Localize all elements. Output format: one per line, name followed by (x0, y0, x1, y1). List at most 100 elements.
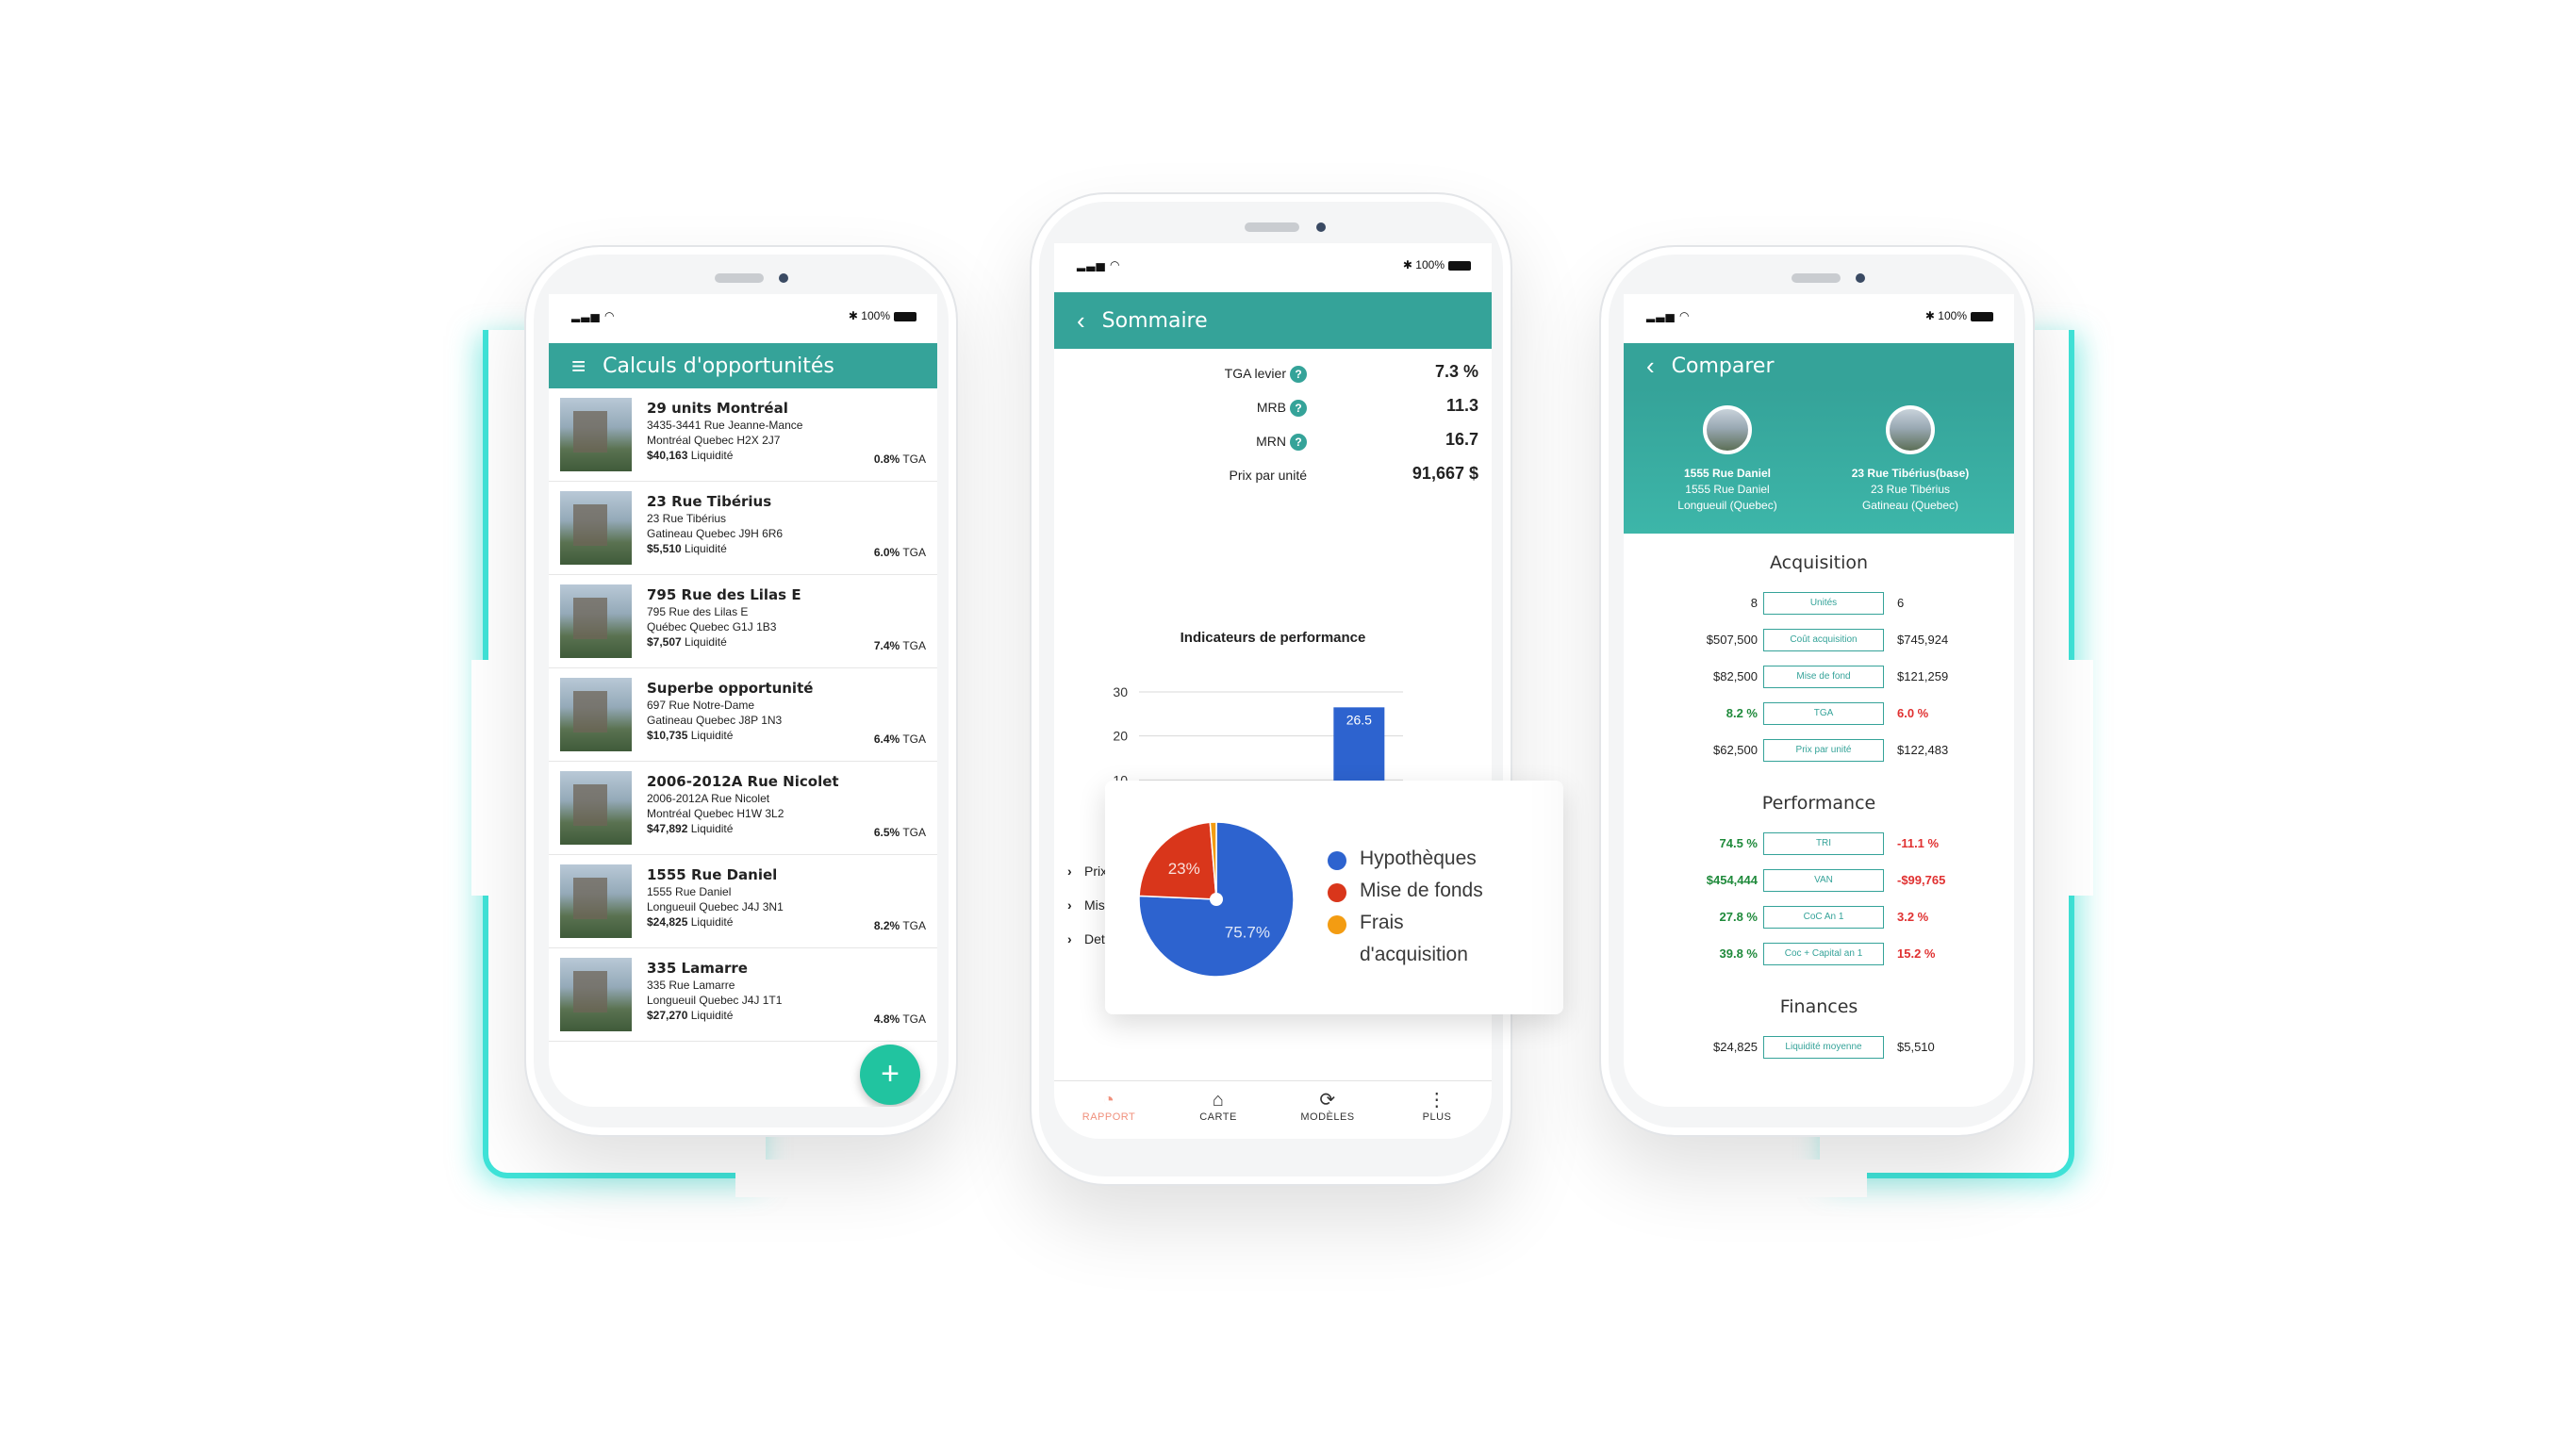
liquidity-line: $40,163 Liquidité (647, 448, 802, 463)
back-chevron-icon[interactable]: ‹ (1077, 308, 1085, 333)
metric-row: Prix par unité 91,667 $ (1054, 462, 1492, 490)
help-icon[interactable]: ? (1290, 434, 1307, 452)
compare-row: $507,500 Coût acquisition $745,924 (1624, 627, 2014, 653)
property-photo (560, 584, 632, 658)
tga-value: 6.0% TGA (874, 546, 926, 559)
page-title: Sommaire (1101, 308, 1208, 333)
glow-gap-left (471, 660, 509, 896)
phone-left: ▂▃▅ ◠ ✱ 100% ≡ Calculs d'opportunités 29… (524, 245, 958, 1137)
property-photo (560, 864, 632, 938)
add-opportunity-button[interactable]: + (860, 1045, 920, 1105)
app-bar: ≡ Calculs d'opportunités (549, 343, 937, 388)
help-icon[interactable]: ? (1290, 366, 1307, 384)
compare-left-value: $507,500 (1706, 633, 1758, 647)
glow-gap-bottom-left (735, 1160, 849, 1197)
list-item[interactable]: 795 Rue des Lilas E 795 Rue des Lilas E Qu… (549, 575, 937, 668)
battery-icon (1971, 311, 1993, 321)
chart-title: Indicateurs de performance (1180, 630, 1366, 646)
back-chevron-icon[interactable]: ‹ (1646, 354, 1655, 378)
compare-metric-label[interactable]: Unités (1763, 592, 1884, 615)
legend-swatch (1328, 851, 1346, 870)
opportunity-title: 29 units Montréal (647, 400, 788, 417)
pie-center-dot (1210, 893, 1223, 906)
pie-value-label: 75.7% (1225, 923, 1270, 941)
page-title: Comparer (1671, 354, 1775, 378)
pie-legend: Hypothèques Mise de fonds Frais d'acquisiti… (1328, 843, 1483, 971)
compare-metric-label[interactable]: Prix par unité (1763, 739, 1884, 762)
compare-right-value: 3.2 % (1897, 910, 1929, 924)
status-bar: ▂▃▅ ◠ ✱ 100% (1624, 294, 2014, 332)
compare-left-value: 8 (1750, 596, 1758, 610)
compare-left-value: 39.8 % (1719, 946, 1758, 961)
battery-indicator: ✱ 100% (1925, 309, 1993, 322)
tab-carte[interactable]: ⌂ CARTE (1164, 1081, 1273, 1139)
opportunity-address: 23 Rue Tibérius (647, 512, 727, 525)
property-photo (560, 771, 632, 845)
legend-swatch (1328, 915, 1346, 934)
list-item[interactable]: Superbe opportunité 697 Rue Notre-Dame Gat… (549, 668, 937, 762)
legend-item: Frais (1328, 907, 1483, 939)
property-name: 1555 Rue Daniel (1683, 467, 1772, 480)
tab-rapport[interactable]: ◔ RAPPORT (1054, 1081, 1164, 1139)
tga-label: TGA (902, 639, 926, 652)
tga-value: 4.8% TGA (874, 1012, 926, 1026)
funding-pie-card: 75.7% 23% Hypothèques Mise de fonds Frais d'… (1105, 781, 1563, 1014)
opportunity-title: Superbe opportunité (647, 680, 814, 697)
tga-percent: 6.4% (873, 732, 900, 746)
compare-metric-label[interactable]: CoC An 1 (1763, 906, 1884, 929)
legend-item: d'acquisition (1328, 939, 1483, 971)
liquidity-amount: $7,507 (647, 635, 682, 649)
compare-row: 8.2 % TGA 6.0 % (1624, 700, 2014, 727)
compare-metric-label[interactable]: Coût acquisition (1763, 629, 1884, 651)
list-item-text: 795 Rue des Lilas E 795 Rue des Lilas E Qu… (647, 586, 801, 650)
liquidity-label: Liquidité (690, 915, 734, 929)
tab-modèles[interactable]: ⟳ MODÈLES (1273, 1081, 1382, 1139)
compare-metric-label[interactable]: Mise de fond (1763, 666, 1884, 688)
opportunity-address: 1555 Rue Daniel (647, 885, 732, 898)
compare-property-a[interactable]: 1555 Rue Daniel 1555 Rue Daniel Longueui… (1643, 405, 1812, 514)
tga-percent: 6.5% (873, 826, 900, 839)
legend-label: d'acquisition (1360, 944, 1468, 965)
list-item[interactable]: 2006-2012A Rue Nicolet 2006-2012A Rue Nic… (549, 762, 937, 855)
page-title: Calculs d'opportunités (603, 354, 834, 378)
funding-pie-chart: 75.7% 23% (1138, 821, 1295, 978)
tga-value: 7.4% TGA (874, 639, 926, 652)
metric-value: 7.3 % (1434, 362, 1478, 381)
liquidity-amount: $47,892 (647, 822, 688, 835)
tab-label: MODÈLES (1300, 1111, 1355, 1123)
list-item[interactable]: 335 Lamarre 335 Rue Lamarre Longueuil Queb… (549, 948, 937, 1042)
list-item[interactable]: 23 Rue Tibérius 23 Rue Tibérius Gatineau Q… (549, 482, 937, 575)
list-item[interactable]: 1555 Rue Daniel 1555 Rue Daniel Longueuil … (549, 855, 937, 948)
compare-row: $454,444 VAN -$99,765 (1624, 867, 2014, 894)
liquidity-line: $47,892 Liquidité (647, 821, 839, 836)
compare-property-b[interactable]: 23 Rue Tibérius(base) 23 Rue Tibérius Ga… (1825, 405, 1995, 514)
menu-icon[interactable]: ≡ (571, 354, 586, 378)
section-title: Acquisition (1769, 552, 1869, 573)
battery-icon (894, 311, 916, 321)
tga-value: 8.2% TGA (874, 919, 926, 932)
property-avatar (1703, 405, 1752, 454)
opportunity-title: 23 Rue Tibérius (647, 493, 772, 510)
compare-metric-label[interactable]: TRI (1763, 832, 1884, 855)
speaker (715, 273, 764, 283)
compare-left-value: $62,500 (1713, 743, 1758, 757)
y-tick-label: 30 (1113, 684, 1128, 699)
tab-plus[interactable]: ⋮ PLUS (1382, 1081, 1492, 1139)
compare-metric-label[interactable]: VAN (1763, 869, 1884, 892)
compare-metric-label[interactable]: Liquidité moyenne (1763, 1036, 1884, 1059)
compare-metric-label[interactable]: TGA (1763, 702, 1884, 725)
compare-row: 39.8 % Coc + Capital an 1 15.2 % (1624, 941, 2014, 967)
opportunity-title: 2006-2012A Rue Nicolet (647, 773, 839, 790)
compare-metric-label[interactable]: Coc + Capital an 1 (1763, 943, 1884, 965)
opportunities-screen: ▂▃▅ ◠ ✱ 100% ≡ Calculs d'opportunités 29… (549, 294, 937, 1107)
signal-icon: ▂▃▅ ◠ (1077, 258, 1121, 272)
list-item[interactable]: 29 units Montréal 3435-3441 Rue Jeanne-Ma… (549, 388, 937, 482)
camera (779, 273, 788, 283)
property-photo (560, 398, 632, 471)
help-icon[interactable]: ? (1290, 400, 1307, 418)
liquidity-amount: $5,510 (647, 542, 682, 555)
legend-label: Hypothèques (1360, 847, 1477, 869)
compare-left-value: 27.8 % (1719, 910, 1758, 924)
tga-label: TGA (902, 452, 926, 466)
metric-label-text: Prix par unité (1229, 468, 1307, 483)
